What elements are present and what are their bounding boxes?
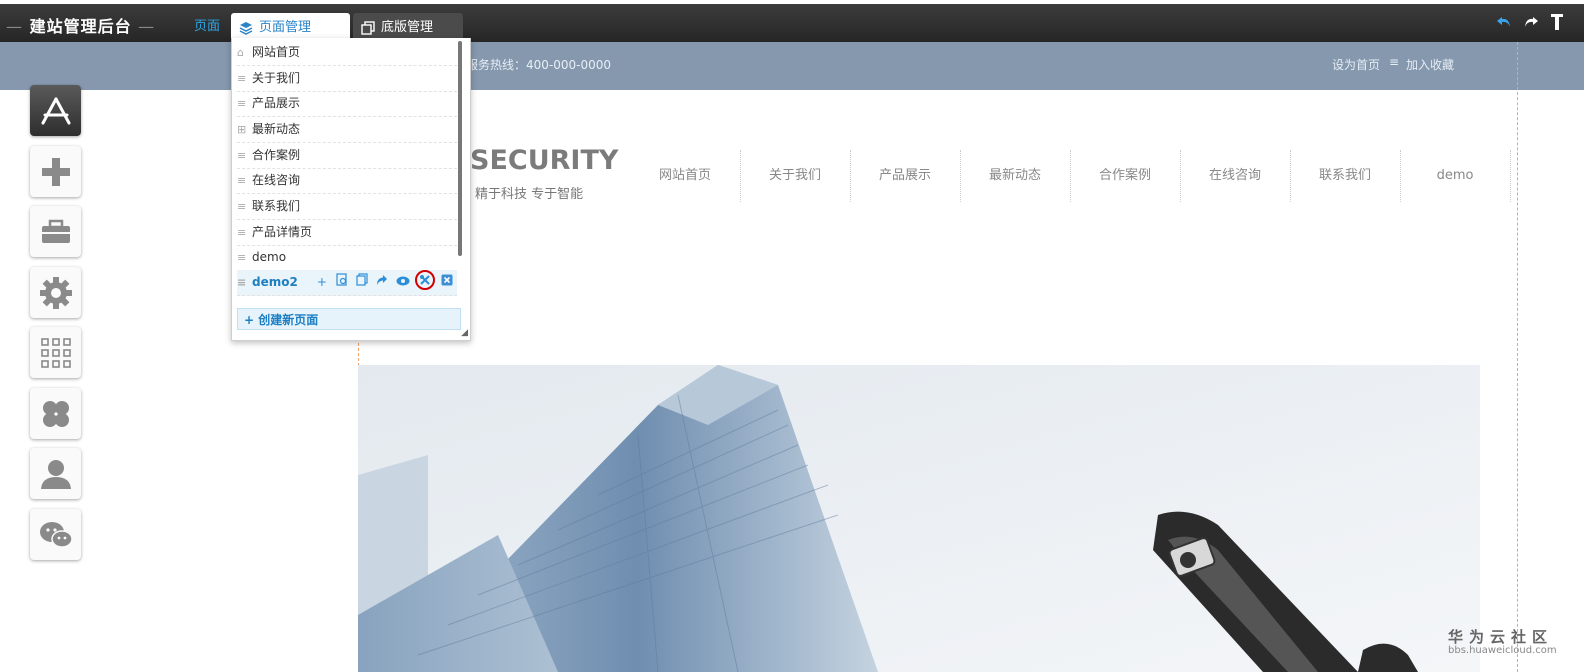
page-item-label: demo: [252, 250, 287, 264]
page-item-demo2[interactable]: ≡ demo2 +: [237, 270, 457, 296]
page-item-news[interactable]: ⊞ 最新动态: [237, 117, 457, 143]
drag-handle-icon: ≡: [237, 251, 247, 264]
add-subpage-icon[interactable]: +: [314, 270, 330, 295]
add-favorite-link[interactable]: 加入收藏: [1406, 56, 1454, 73]
app-store-button[interactable]: [30, 85, 81, 136]
page-item-label: 网站首页: [252, 45, 301, 59]
pin-icon[interactable]: [1550, 13, 1564, 35]
page-item-demo[interactable]: ≡ demo: [237, 245, 457, 271]
page-settings-icon[interactable]: [334, 270, 350, 295]
drag-handle-icon: ≡: [237, 72, 247, 85]
nav-item-about[interactable]: 关于我们: [740, 150, 850, 202]
watermark-logo: 华为云社区: [1448, 628, 1554, 646]
brand-dash-right: —: [138, 17, 156, 36]
settings-gear-icon: [39, 276, 73, 310]
drag-handle-icon: ≡: [237, 174, 247, 187]
page-item-consult[interactable]: ≡ 在线咨询: [237, 168, 457, 194]
header-separator: ≡: [1389, 55, 1400, 69]
guide-line-right: [1517, 42, 1518, 672]
delete-page-icon[interactable]: [439, 270, 455, 295]
site-logo: SECURITY: [470, 145, 619, 176]
page-row-actions: +: [314, 270, 455, 295]
redo-icon[interactable]: [1523, 14, 1539, 33]
page-item-label: 产品展示: [252, 96, 301, 110]
page-item-cases[interactable]: ≡ 合作案例: [237, 143, 457, 169]
page-item-contact[interactable]: ≡ 联系我们: [237, 194, 457, 220]
tab-template-management-label: 底版管理: [381, 20, 434, 35]
tools-icon[interactable]: [414, 270, 435, 290]
service-hotline: 服务热线：400-000-0000: [466, 58, 612, 72]
page-item-label: 关于我们: [252, 71, 301, 85]
brand-dash-left: —: [6, 17, 23, 36]
site-slogan: 精于科技 专于智能: [475, 187, 584, 202]
nav-separator: [1510, 150, 1511, 202]
watermark-url: bbs.huaweicloud.com: [1448, 645, 1557, 656]
grid-apps-icon: [40, 337, 71, 368]
page-item-products[interactable]: ≡ 产品展示: [237, 91, 457, 117]
nav-item-news[interactable]: 最新动态: [960, 150, 1070, 202]
clover-icon: [41, 399, 71, 429]
drag-handle-icon: ≡: [237, 276, 247, 289]
toolbox-button[interactable]: [30, 206, 81, 257]
nav-item-home[interactable]: 网站首页: [630, 150, 740, 202]
page-item-label: 产品详情页: [252, 225, 313, 239]
brand-title: 建站管理后台: [29, 17, 132, 36]
add-element-button[interactable]: [30, 146, 81, 197]
home-icon: ⌂: [237, 46, 244, 59]
drag-handle-icon: ≡: [237, 200, 247, 213]
view-page-icon[interactable]: [395, 270, 411, 295]
add-icon: [40, 156, 72, 188]
modules-button[interactable]: [30, 388, 81, 439]
page-link[interactable]: 页面: [194, 15, 220, 34]
panel-resize-handle[interactable]: ◢: [461, 328, 468, 338]
nav-item-cases[interactable]: 合作案例: [1070, 150, 1180, 202]
grid-apps-button[interactable]: [30, 327, 81, 378]
tab-page-management-label: 页面管理: [259, 20, 312, 35]
user-icon: [40, 458, 72, 490]
page-item-label: demo2: [252, 275, 298, 289]
set-homepage-link[interactable]: 设为首页: [1332, 56, 1380, 73]
app-brand: — 建站管理后台 —: [6, 13, 155, 37]
page-item-label: 最新动态: [252, 122, 301, 136]
wechat-icon: [39, 521, 73, 549]
settings-button[interactable]: [30, 267, 81, 318]
app-store-icon: [39, 96, 73, 126]
nav-item-consult[interactable]: 在线咨询: [1180, 150, 1290, 202]
drag-handle-icon: ≡: [237, 97, 247, 110]
page-item-label: 合作案例: [252, 148, 301, 162]
banner-image: [358, 365, 1480, 672]
drag-handle-icon: ≡: [237, 226, 247, 239]
page-item-label: 在线咨询: [252, 173, 301, 187]
page-item-home[interactable]: ⌂ 网站首页: [237, 40, 457, 66]
share-icon[interactable]: [374, 270, 390, 295]
panel-scrollbar[interactable]: [458, 41, 462, 256]
page-item-about[interactable]: ≡ 关于我们: [237, 66, 457, 92]
nav-item-demo[interactable]: demo: [1400, 150, 1510, 202]
undo-icon[interactable]: [1496, 14, 1512, 33]
page-item-product-detail[interactable]: ≡ 产品详情页: [237, 220, 457, 246]
page-item-label: 联系我们: [252, 199, 301, 213]
expand-icon[interactable]: ⊞: [237, 117, 252, 142]
create-plus-icon: +: [244, 313, 255, 327]
nav-item-products[interactable]: 产品展示: [850, 150, 960, 202]
page-management-panel: ⌂ 网站首页 ≡ 关于我们 ≡ 产品展示 ⊞ 最新动态 ≡ 合作案例 ≡ 在线咨询 ≡ 联系我…: [231, 38, 471, 341]
drag-handle-icon: ≡: [237, 149, 247, 162]
create-page-button[interactable]: + 创建新页面: [237, 308, 461, 330]
nav-item-contact[interactable]: 联系我们: [1290, 150, 1400, 202]
user-center-button[interactable]: [30, 448, 81, 499]
copy-page-icon[interactable]: [354, 270, 370, 295]
toolbox-icon: [40, 219, 72, 245]
create-page-label: 创建新页面: [258, 313, 319, 327]
wechat-button[interactable]: [30, 509, 81, 560]
